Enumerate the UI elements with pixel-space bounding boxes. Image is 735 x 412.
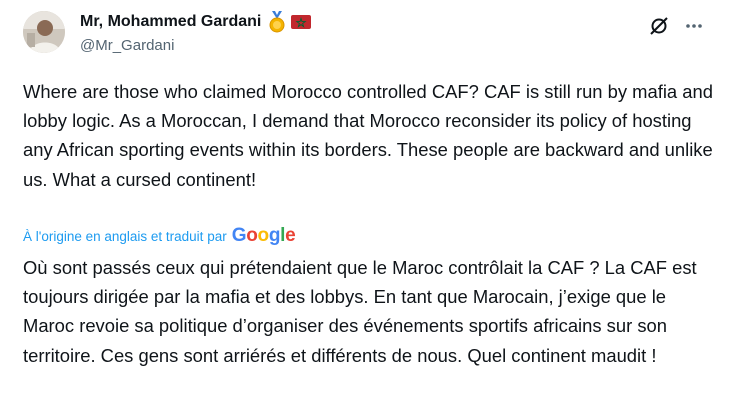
translation-attribution[interactable]: À l'origine en anglais et traduit par Go… [23,225,296,247]
translation-note-text: À l'origine en anglais et traduit par [23,228,227,244]
morocco-flag-icon [291,15,312,29]
post-text-translated: Où sont passés ceux qui prétendaient que… [23,257,697,366]
grok-icon[interactable] [648,15,670,37]
tweet: Mr, Mohammed Gardani @Mr_Gardani Where a… [0,0,735,412]
more-options-icon[interactable] [683,15,705,37]
display-name[interactable]: Mr, Mohammed Gardani [80,13,261,31]
avatar[interactable] [23,11,65,53]
google-logo: Google [231,225,296,246]
post-text-original: Where are those who claimed Morocco cont… [23,81,713,190]
medal-icon [267,11,287,33]
post-header: Mr, Mohammed Gardani @Mr_Gardani [80,11,312,54]
user-handle[interactable]: @Mr_Gardani [80,37,311,54]
